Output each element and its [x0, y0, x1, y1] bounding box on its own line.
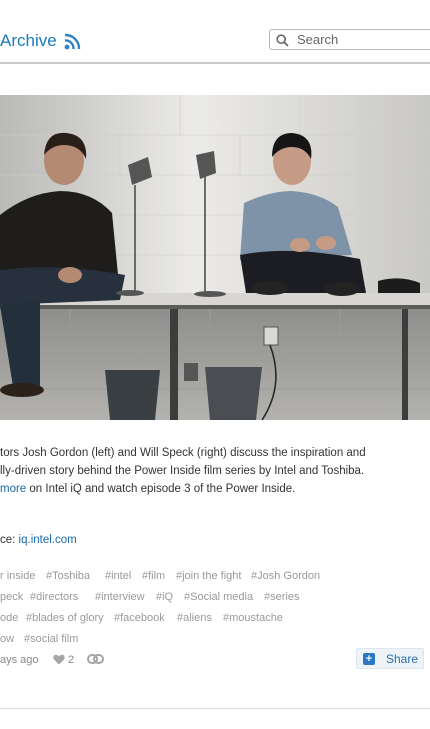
caption-line: tors Josh Gordon (left) and Will Speck (… [0, 447, 366, 459]
tag[interactable]: #aliens [177, 611, 212, 626]
tag[interactable]: #interview [95, 590, 145, 605]
tag-row: peck #directors #interview #iQ #Social m… [0, 590, 430, 611]
search-icon [276, 34, 289, 47]
tag[interactable]: peck [0, 590, 23, 605]
tag[interactable]: ow [0, 632, 14, 647]
header-divider [0, 62, 430, 64]
caption-fragment: on Intel iQ and watch episode 3 of the P… [26, 483, 296, 495]
header: Archive [0, 0, 430, 64]
tag-row: ode #blades of glory #facebook #aliens #… [0, 611, 430, 632]
search-box[interactable] [269, 29, 430, 50]
photo-illustration [0, 95, 430, 420]
heart-icon[interactable] [53, 654, 65, 665]
source-line: ce: iq.intel.com [0, 534, 77, 546]
tag[interactable]: #moustache [223, 611, 283, 626]
tag[interactable]: #intel [105, 569, 131, 584]
rss-icon[interactable] [64, 33, 81, 50]
tag[interactable]: #Social media [184, 590, 253, 605]
tag-row: r inside #Toshiba #intel #film #join the… [0, 569, 430, 590]
caption-line: lly-driven story behind the Power Inside… [0, 462, 430, 480]
tag[interactable]: #directors [30, 590, 78, 605]
share-label: Share [386, 652, 419, 666]
source-link[interactable]: iq.intel.com [19, 534, 77, 546]
plus-icon: + [363, 653, 375, 665]
search-input[interactable] [297, 31, 430, 48]
tag[interactable]: #film [142, 569, 165, 584]
tag[interactable]: #Toshiba [46, 569, 90, 584]
tag[interactable]: #facebook [114, 611, 165, 626]
caption-line: more on Intel iQ and watch episode 3 of … [0, 480, 430, 498]
like-count: 2 [68, 654, 75, 666]
tag-list: r inside #Toshiba #intel #film #join the… [0, 569, 430, 653]
share-button[interactable]: + Share [356, 648, 424, 669]
caption-fragment: lly-driven story behind the Power Inside… [0, 465, 365, 477]
post-timestamp[interactable]: ays ago [0, 654, 39, 666]
post-photo[interactable] [0, 95, 430, 420]
tag[interactable]: r inside [0, 569, 35, 584]
tag[interactable]: ode [0, 611, 18, 626]
footer-divider [0, 708, 430, 709]
tag[interactable]: #join the fight [176, 569, 241, 584]
source-prefix: ce: [0, 534, 19, 546]
permalink-icon[interactable] [87, 654, 104, 664]
post-caption: tors Josh Gordon (left) and Will Speck (… [0, 444, 430, 498]
tag[interactable]: #iQ [156, 590, 173, 605]
tag[interactable]: #social film [24, 632, 78, 647]
tag[interactable]: #Josh Gordon [251, 569, 320, 584]
tag[interactable]: #blades of glory [26, 611, 104, 626]
read-more-link[interactable]: more [0, 483, 26, 495]
tag[interactable]: #series [264, 590, 299, 605]
archive-link[interactable]: Archive [0, 31, 57, 51]
